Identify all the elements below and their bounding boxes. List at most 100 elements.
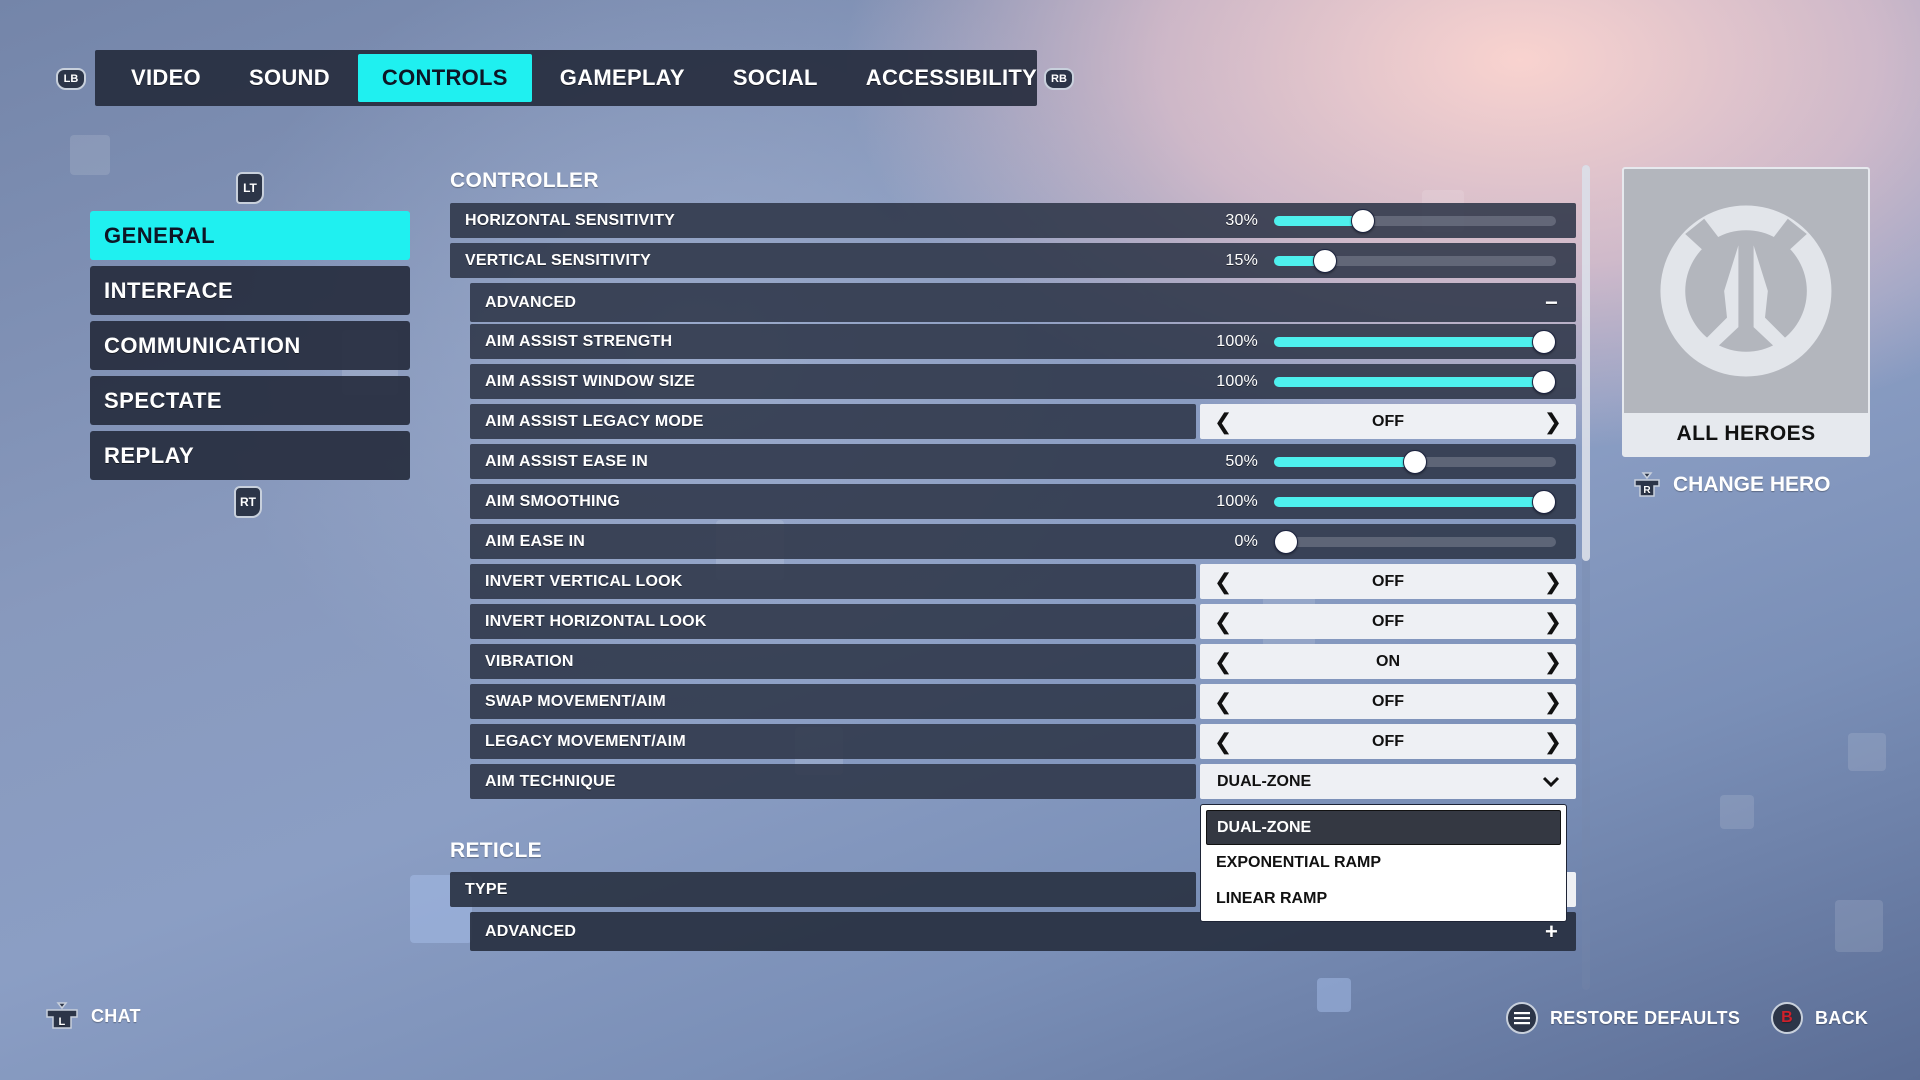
chat-button[interactable]: L CHAT <box>45 1002 141 1030</box>
lt-trigger-icon[interactable]: LT <box>236 172 264 204</box>
aim-smoothing-slider[interactable] <box>1274 489 1556 514</box>
chevron-left-icon[interactable]: ❮ <box>1214 570 1232 593</box>
sidebar-item-communication[interactable]: COMMUNICATION <box>90 321 410 370</box>
setting-aim-ease-in: AIM EASE IN 0% <box>470 524 1576 559</box>
dropdown-option-exponential-ramp[interactable]: EXPONENTIAL RAMP <box>1206 845 1561 881</box>
hero-card[interactable]: ALL HEROES <box>1622 167 1870 457</box>
advanced-collapsible-header[interactable]: ADVANCED − <box>470 283 1576 322</box>
top-tab-bar: VIDEO SOUND CONTROLS GAMEPLAY SOCIAL ACC… <box>95 50 1037 106</box>
tab-accessibility[interactable]: ACCESSIBILITY <box>842 54 1061 102</box>
toggle-value: OFF <box>1372 612 1404 630</box>
vertical-sensitivity-slider[interactable] <box>1274 248 1556 273</box>
setting-aim-assist-legacy-mode: AIM ASSIST LEGACY MODE ❮ OFF ❯ <box>470 404 1576 439</box>
scrollbar-thumb[interactable] <box>1582 165 1590 561</box>
chevron-left-icon[interactable]: ❮ <box>1214 610 1232 633</box>
chevron-right-icon[interactable]: ❯ <box>1544 610 1562 633</box>
background-decoration <box>1835 900 1883 952</box>
chevron-right-icon[interactable]: ❯ <box>1544 730 1562 753</box>
setting-label: AIM TECHNIQUE <box>485 772 616 790</box>
change-hero-button[interactable]: R CHANGE HERO <box>1633 472 1831 498</box>
right-stick-icon: R <box>1634 472 1660 497</box>
sidebar-item-interface[interactable]: INTERFACE <box>90 266 410 315</box>
back-button[interactable]: B BACK <box>1771 1002 1868 1034</box>
setting-label: HORIZONTAL SENSITIVITY <box>465 211 676 229</box>
chevron-left-icon[interactable]: ❮ <box>1214 410 1232 433</box>
legacy-movement-aim-toggle[interactable]: ❮ OFF ❯ <box>1200 724 1576 759</box>
slider-thumb[interactable] <box>1351 208 1376 233</box>
overwatch-logo-icon <box>1660 205 1832 377</box>
slider-thumb[interactable] <box>1274 529 1298 554</box>
chevron-left-icon[interactable]: ❮ <box>1214 650 1232 673</box>
invert-horizontal-look-toggle[interactable]: ❮ OFF ❯ <box>1200 604 1576 639</box>
horizontal-sensitivity-slider[interactable] <box>1274 208 1556 233</box>
hero-name: ALL HEROES <box>1676 422 1816 445</box>
setting-value: 15% <box>1225 251 1258 269</box>
tab-social[interactable]: SOCIAL <box>709 54 842 102</box>
chevron-left-icon[interactable]: ❮ <box>1214 730 1232 753</box>
slider-thumb[interactable] <box>1532 489 1556 514</box>
settings-scrollbar[interactable] <box>1582 165 1590 990</box>
restore-defaults-button[interactable]: RESTORE DEFAULTS <box>1506 1002 1740 1034</box>
slider-thumb[interactable] <box>1312 248 1337 273</box>
aim-assist-ease-in-slider[interactable] <box>1274 449 1556 474</box>
setting-vibration: VIBRATION ❮ ON ❯ <box>470 644 1576 679</box>
lb-bumper-icon[interactable]: LB <box>56 68 86 90</box>
aim-assist-strength-slider[interactable] <box>1274 329 1556 354</box>
slider-thumb[interactable] <box>1403 449 1427 474</box>
setting-label: AIM ASSIST STRENGTH <box>485 332 673 350</box>
tab-video[interactable]: VIDEO <box>107 54 225 102</box>
setting-aim-smoothing: AIM SMOOTHING 100% <box>470 484 1576 519</box>
aim-assist-window-size-slider[interactable] <box>1274 369 1556 394</box>
chevron-down-icon <box>1542 776 1560 787</box>
slider-thumb[interactable] <box>1532 329 1556 354</box>
slider-fill <box>1274 456 1415 467</box>
chevron-right-icon[interactable]: ❯ <box>1544 690 1562 713</box>
chevron-right-icon[interactable]: ❯ <box>1544 650 1562 673</box>
chevron-right-icon[interactable]: ❯ <box>1544 570 1562 593</box>
b-button-icon: B <box>1771 1002 1803 1034</box>
setting-label: INVERT HORIZONTAL LOOK <box>485 612 707 630</box>
dropdown-option-linear-ramp[interactable]: LINEAR RAMP <box>1206 881 1561 917</box>
toggle-value: OFF <box>1372 572 1404 590</box>
svg-text:R: R <box>1643 485 1651 496</box>
setting-label: TYPE <box>465 880 508 898</box>
setting-horizontal-sensitivity: HORIZONTAL SENSITIVITY 30% <box>450 203 1576 238</box>
setting-value: 100% <box>1216 372 1258 390</box>
chevron-right-icon[interactable]: ❯ <box>1544 410 1562 433</box>
swap-movement-aim-toggle[interactable]: ❮ OFF ❯ <box>1200 684 1576 719</box>
setting-invert-vertical-look: INVERT VERTICAL LOOK ❮ OFF ❯ <box>470 564 1576 599</box>
collapse-minus-icon[interactable]: − <box>1545 291 1558 314</box>
slider-thumb[interactable] <box>1532 369 1556 394</box>
b-button-glyph: B <box>1781 1009 1793 1026</box>
setting-aim-assist-window-size: AIM ASSIST WINDOW SIZE 100% <box>470 364 1576 399</box>
sidebar-item-spectate[interactable]: SPECTATE <box>90 376 410 425</box>
back-label: BACK <box>1815 1007 1869 1028</box>
vibration-toggle[interactable]: ❮ ON ❯ <box>1200 644 1576 679</box>
menu-button-icon <box>1506 1002 1538 1034</box>
tab-controls[interactable]: CONTROLS <box>357 54 532 102</box>
tab-sound[interactable]: SOUND <box>225 54 354 102</box>
invert-vertical-look-toggle[interactable]: ❮ OFF ❯ <box>1200 564 1576 599</box>
sidebar-item-replay[interactable]: REPLAY <box>90 431 410 480</box>
expand-plus-icon[interactable]: + <box>1545 920 1558 943</box>
setting-label: VERTICAL SENSITIVITY <box>465 251 651 269</box>
chevron-left-icon[interactable]: ❮ <box>1214 690 1232 713</box>
section-title-reticle: RETICLE <box>450 839 542 862</box>
slider-fill <box>1274 496 1544 507</box>
toggle-value: OFF <box>1372 412 1404 430</box>
setting-label: AIM ASSIST LEGACY MODE <box>485 412 704 430</box>
aim-assist-legacy-mode-toggle[interactable]: ❮ OFF ❯ <box>1200 404 1576 439</box>
setting-vertical-sensitivity: VERTICAL SENSITIVITY 15% <box>450 243 1576 278</box>
dropdown-option-dual-zone[interactable]: DUAL-ZONE <box>1206 810 1561 845</box>
rb-bumper-icon[interactable]: RB <box>1044 68 1074 90</box>
aim-ease-in-slider[interactable] <box>1274 529 1556 554</box>
tab-gameplay[interactable]: GAMEPLAY <box>536 54 709 102</box>
setting-value: 100% <box>1216 332 1258 350</box>
aim-technique-select[interactable]: DUAL-ZONE <box>1200 764 1576 799</box>
setting-label: AIM ASSIST EASE IN <box>485 452 649 470</box>
setting-aim-assist-strength: AIM ASSIST STRENGTH 100% <box>470 324 1576 359</box>
hero-portrait <box>1624 169 1868 413</box>
rt-trigger-icon[interactable]: RT <box>234 486 262 518</box>
background-decoration <box>1720 795 1754 829</box>
sidebar-item-general[interactable]: GENERAL <box>90 211 410 260</box>
